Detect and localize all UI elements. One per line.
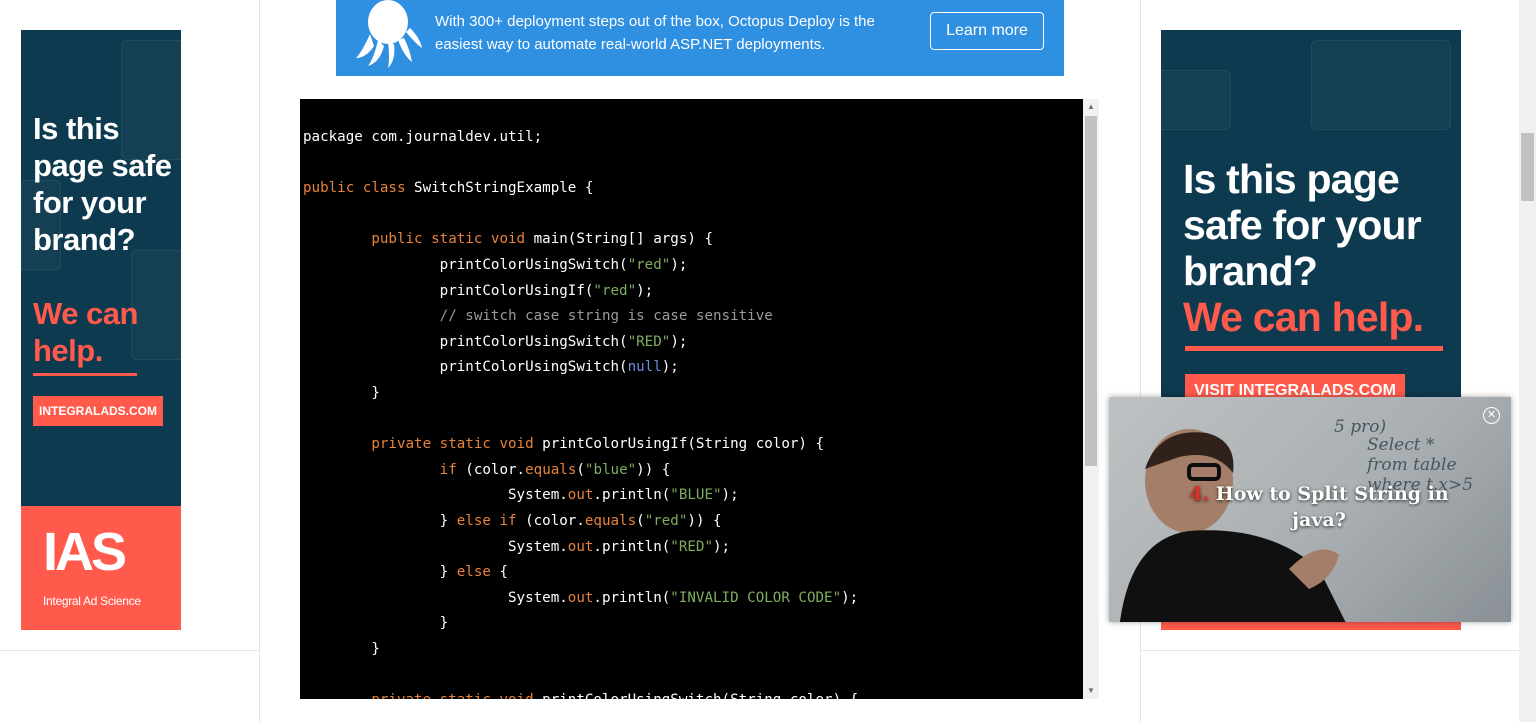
ad-cta-button[interactable]: INTEGRALADS.COM xyxy=(33,396,163,426)
code-field: out xyxy=(567,589,594,606)
code-field: out xyxy=(567,487,594,504)
code-keyword: public static void xyxy=(371,231,526,248)
ad-headline-accent: We can help. xyxy=(1183,294,1424,340)
code-line: package com.journaldev.util; xyxy=(303,129,543,145)
code-keyword: public class xyxy=(303,180,406,197)
code-keyword: if xyxy=(439,461,457,478)
page-scrollbar-thumb[interactable] xyxy=(1521,133,1534,201)
code-line: System.out.println("RED"); xyxy=(303,538,731,555)
code-line: printColorUsingSwitch(null); xyxy=(303,359,679,376)
ias-logo: IAS xyxy=(43,522,127,582)
left-skyscraper-ad[interactable]: Is this page safe for your brand? We can… xyxy=(21,30,181,630)
ad-background-device xyxy=(1311,40,1451,130)
code-line: System.out.println("INVALID COLOR CODE")… xyxy=(303,589,859,606)
sidebar-divider-right xyxy=(1140,650,1519,651)
code-line: if (color.equals("blue")) { xyxy=(439,461,671,478)
scroll-down-arrow-icon[interactable]: ▼ xyxy=(1083,683,1099,699)
code-line: } xyxy=(303,640,380,657)
ad-underline xyxy=(33,373,137,376)
code-string: "red" xyxy=(644,512,688,529)
floating-video-player[interactable]: 5 pro) Select * from table where t.x>5 4… xyxy=(1109,397,1511,622)
code-line: public class SwitchStringExample { xyxy=(303,180,594,197)
page-scrollbar[interactable] xyxy=(1519,0,1536,722)
code-line: private static void printColorUsingIf(St… xyxy=(371,436,825,453)
ad-headline: Is this page safe for your brand? xyxy=(1183,156,1422,294)
code-keyword: else xyxy=(456,564,491,581)
video-title-text: How to Split String in java? xyxy=(1215,483,1449,531)
ad-headline-accent: We can help. xyxy=(33,296,138,368)
code-line: public static void main(String[] args) { xyxy=(371,231,714,248)
code-string: "INVALID COLOR CODE" xyxy=(670,589,842,606)
code-string: "blue" xyxy=(584,461,637,478)
video-title: 4. How to Split String in java? xyxy=(1169,481,1469,533)
code-method: equals xyxy=(584,512,637,529)
code-line: printColorUsingSwitch("RED"); xyxy=(303,333,688,350)
code-line: private static void printColorUsingSwitc… xyxy=(303,688,858,699)
code-string: "red" xyxy=(627,256,671,273)
code-string: "BLUE" xyxy=(670,487,722,504)
code-line: } xyxy=(303,615,449,632)
code-keyword: private static void xyxy=(371,692,533,699)
video-number: 4. xyxy=(1189,483,1210,505)
octopus-icon xyxy=(356,0,422,68)
code-line: printColorUsingIf("red"); xyxy=(303,282,654,299)
ad-brand-name: Integral Ad Science xyxy=(43,594,141,608)
ad-bottom-bar xyxy=(1161,622,1461,630)
code-line: System.out.println("BLUE"); xyxy=(303,487,739,504)
code-keyword: private static void xyxy=(371,436,534,453)
code-string: "RED" xyxy=(670,538,714,555)
code-content: package com.journaldev.util; public class… xyxy=(303,125,858,699)
column-divider-left xyxy=(259,0,260,722)
code-keyword: else if xyxy=(456,512,517,529)
learn-more-button[interactable]: Learn more xyxy=(930,12,1044,50)
code-line: } else { xyxy=(303,564,509,581)
code-comment: // switch case string is case sensitive xyxy=(303,308,773,325)
code-string: "red" xyxy=(593,282,637,299)
octopus-deploy-banner[interactable]: With 300+ deployment steps out of the bo… xyxy=(336,0,1064,76)
scroll-up-arrow-icon[interactable]: ▲ xyxy=(1083,99,1099,115)
ad-brand-panel: IAS Integral Ad Science xyxy=(21,506,181,630)
code-string: "RED" xyxy=(627,333,671,350)
code-scrollbar-thumb[interactable] xyxy=(1085,116,1097,466)
sidebar-divider-left xyxy=(0,650,259,651)
code-null: null xyxy=(627,359,662,376)
code-line: printColorUsingSwitch("red"); xyxy=(303,256,688,273)
code-block[interactable]: package com.journaldev.util; public class… xyxy=(300,99,1083,699)
ad-background-device xyxy=(1161,70,1231,130)
ad-underline xyxy=(1185,346,1443,351)
code-scrollbar[interactable]: ▲ ▼ xyxy=(1083,99,1099,699)
close-icon[interactable]: ✕ xyxy=(1483,407,1500,424)
code-field: out xyxy=(567,538,594,555)
code-line: } else if (color.equals("red")) { xyxy=(303,512,722,529)
code-line: } xyxy=(303,384,380,401)
banner-text: With 300+ deployment steps out of the bo… xyxy=(435,13,875,53)
ad-headline: Is this page safe for your brand? xyxy=(33,111,172,257)
code-method: equals xyxy=(525,461,577,478)
